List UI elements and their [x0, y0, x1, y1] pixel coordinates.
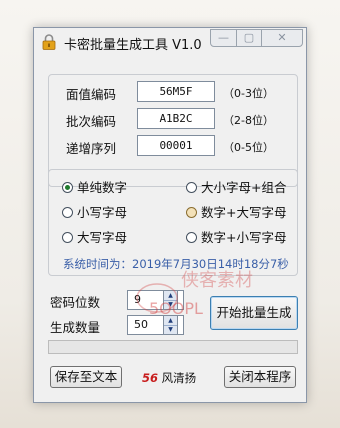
app-window: 卡密批量生成工具 V1.0 — ▢ ✕ 面值编码 （0-3位） 批次编码 （2-… — [33, 27, 307, 403]
face-value-hint: （0-3位） — [223, 87, 274, 100]
face-value-label: 面值编码 — [66, 87, 117, 102]
close-window-button[interactable]: ✕ — [261, 29, 303, 47]
option-label: 大小字母+组合 — [201, 180, 287, 195]
option-label: 大写字母 — [77, 230, 128, 245]
save-to-text-button[interactable]: 保存至文本 — [50, 366, 122, 388]
brand-number: 56 — [142, 371, 159, 385]
sequence-input[interactable] — [137, 135, 215, 156]
close-icon: ✕ — [277, 31, 287, 44]
batch-hint: （2-8位） — [223, 114, 274, 127]
option-label: 单纯数字 — [77, 180, 128, 195]
generate-count-label: 生成数量 — [50, 320, 101, 335]
close-program-button[interactable]: 关闭本程序 — [224, 366, 296, 388]
sequence-label: 递增序列 — [66, 141, 117, 156]
radio-indicator — [186, 207, 197, 218]
author-brand: 56 风清扬 — [142, 370, 196, 386]
batch-input[interactable] — [137, 108, 215, 129]
progress-bar — [48, 340, 298, 354]
minimize-button[interactable]: — — [210, 29, 237, 47]
radio-indicator — [62, 232, 73, 243]
option-label: 数字+小写字母 — [201, 230, 287, 245]
spin-down-icon[interactable]: ▼ — [164, 300, 177, 309]
code-digits-spinner[interactable]: ▲ ▼ — [163, 290, 178, 310]
start-generate-button[interactable]: 开始批量生成 — [210, 296, 298, 330]
system-time: 系统时间为：2019年7月30日14时18分7秒 — [63, 257, 289, 271]
brand-name: 风清扬 — [161, 371, 197, 385]
code-digits-label: 密码位数 — [50, 295, 101, 310]
face-value-input[interactable] — [137, 81, 215, 102]
batch-label: 批次编码 — [66, 114, 117, 129]
option-label: 数字+大写字母 — [201, 205, 287, 220]
lock-icon — [42, 34, 56, 50]
option-label: 小写字母 — [77, 205, 128, 220]
title-bar[interactable]: 卡密批量生成工具 V1.0 — ▢ ✕ — [34, 28, 306, 56]
radio-indicator — [186, 232, 197, 243]
maximize-button[interactable]: ▢ — [236, 29, 262, 47]
radio-indicator — [62, 182, 73, 193]
sequence-hint: （0-5位） — [223, 141, 274, 154]
generate-count-spinner[interactable]: ▲ ▼ — [163, 315, 178, 335]
spin-down-icon[interactable]: ▼ — [164, 325, 177, 334]
radio-indicator — [62, 207, 73, 218]
minimize-icon: — — [218, 31, 229, 44]
radio-indicator — [186, 182, 197, 193]
maximize-icon: ▢ — [243, 31, 255, 44]
window-title: 卡密批量生成工具 V1.0 — [64, 38, 202, 53]
